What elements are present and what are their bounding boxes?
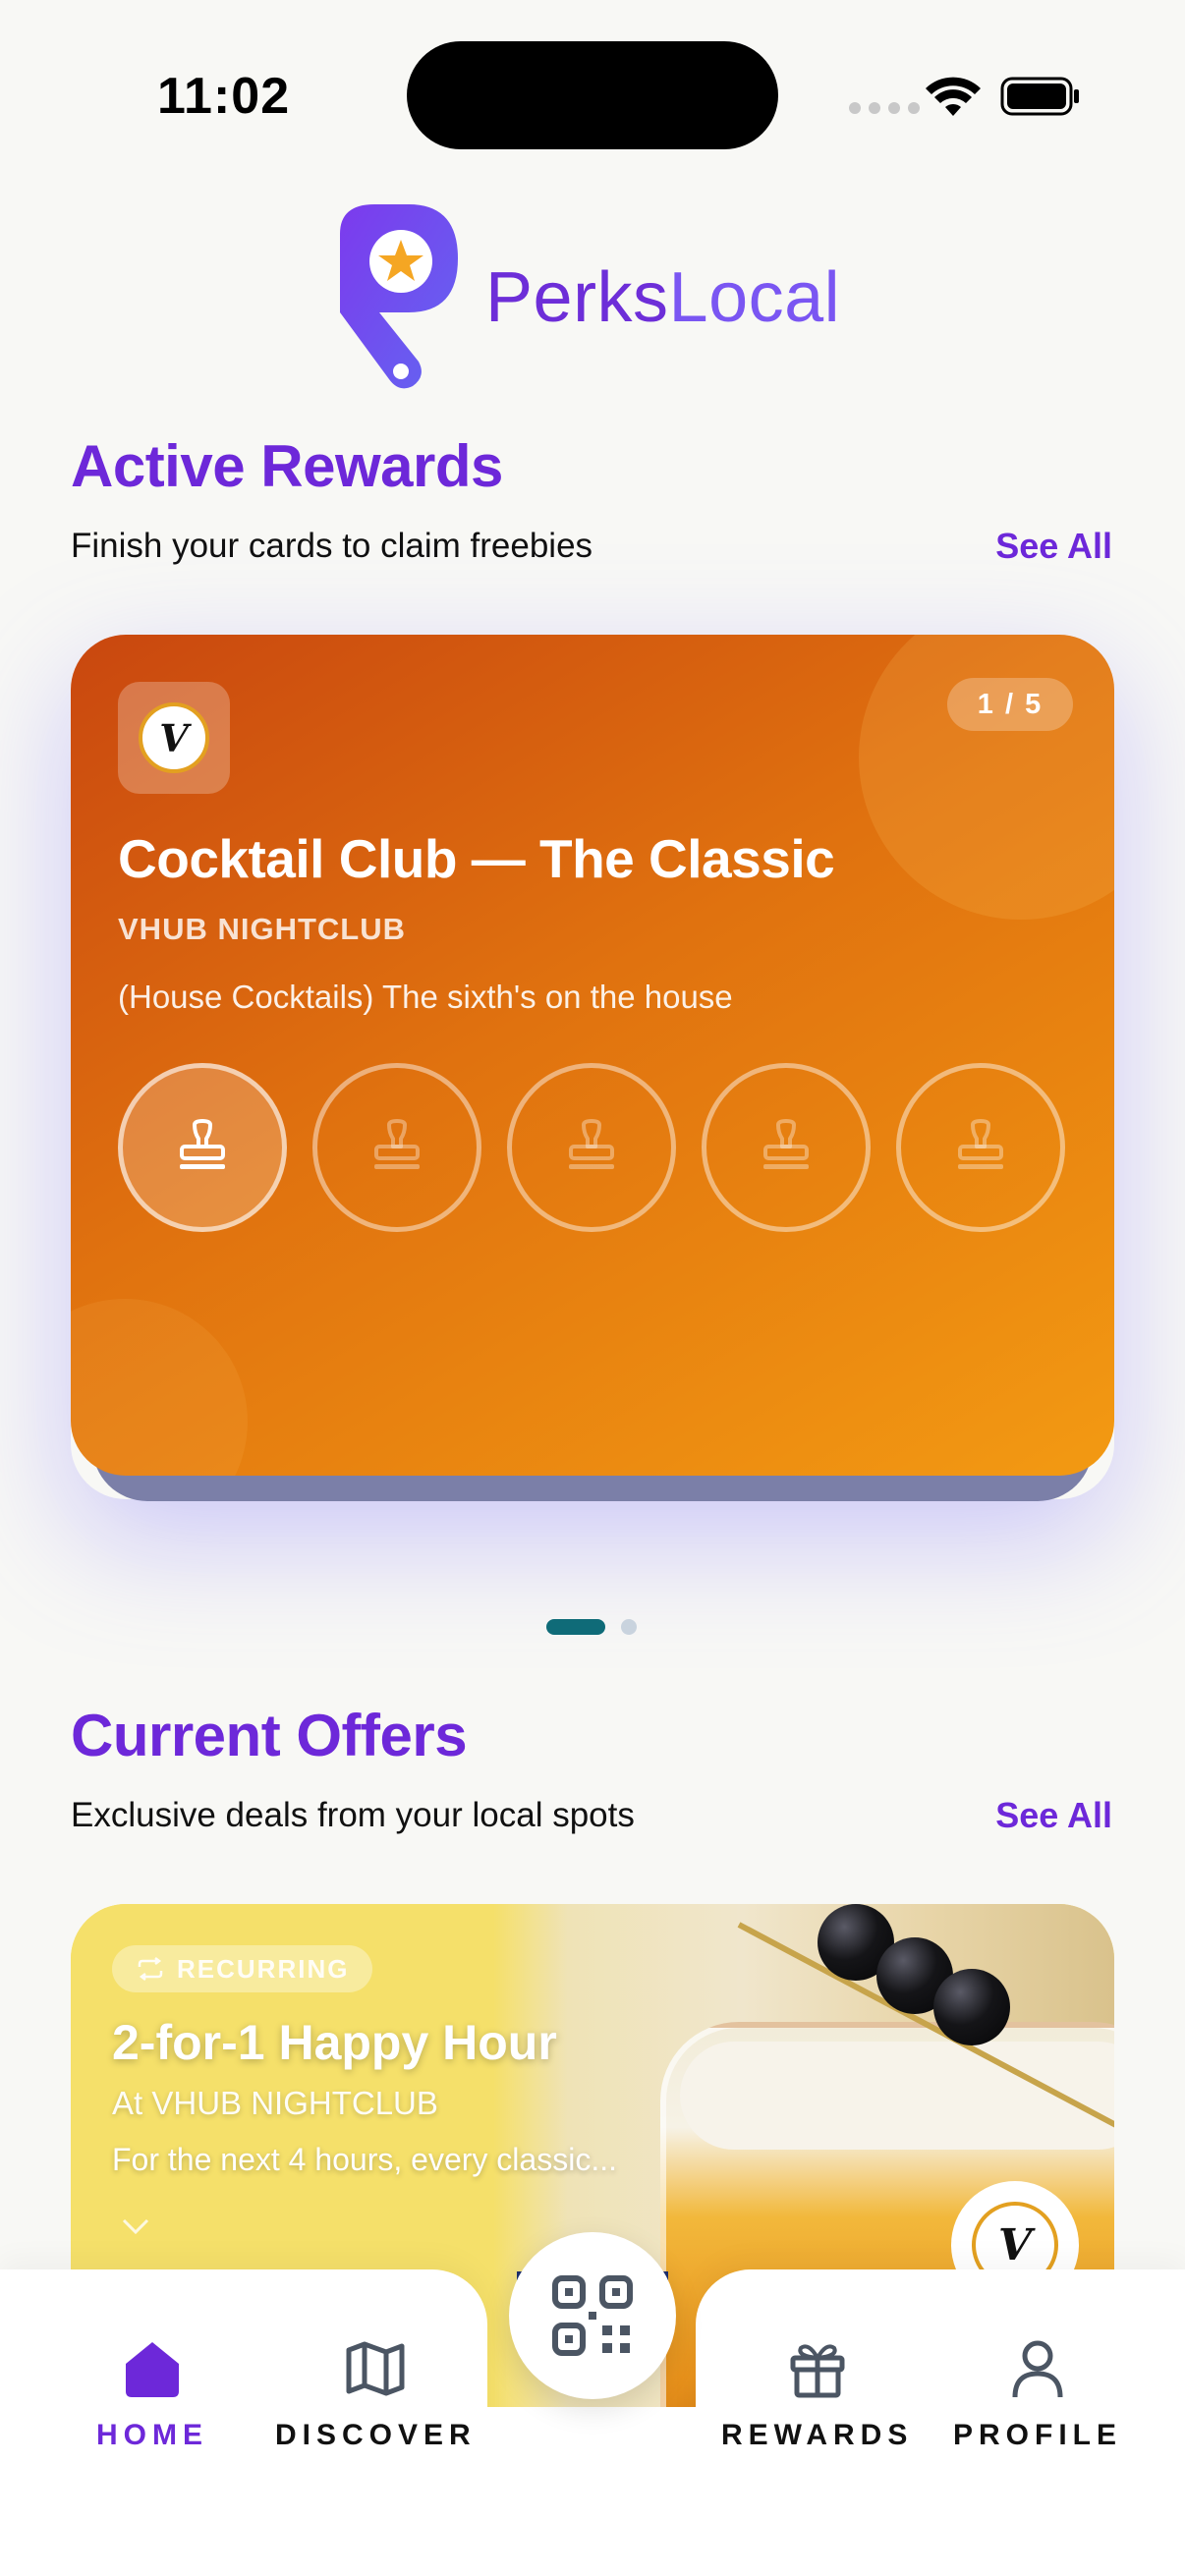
cocktail-foam	[680, 2042, 1114, 2150]
brand-name: PerksLocal	[485, 258, 841, 337]
stamp-slot-empty	[702, 1063, 871, 1232]
stamp-icon	[763, 1119, 809, 1169]
active-rewards-title: Active Rewards	[71, 433, 503, 499]
gift-icon	[790, 2344, 845, 2398]
scan-qr-button[interactable]	[499, 2232, 686, 2429]
recurring-badge: RECURRING	[112, 1945, 373, 1992]
wifi-icon	[926, 77, 981, 116]
merchant-logo-box: V	[118, 682, 230, 794]
card-decoration	[71, 1299, 248, 1476]
reward-card[interactable]: V 1 / 5 Cocktail Club — The Classic VHUB…	[71, 635, 1114, 1476]
nav-item-rewards[interactable]: REWARDS	[721, 2336, 913, 2452]
card-pager-badge: 1 / 5	[947, 678, 1073, 731]
chevron-down-icon[interactable]	[118, 2214, 153, 2238]
dynamic-island	[407, 41, 778, 149]
reward-card-merchant: VHUB NIGHTCLUB	[118, 912, 406, 946]
merchant-logo: V	[139, 702, 209, 773]
qr-code-icon	[552, 2275, 633, 2356]
stamp-slot-empty	[312, 1063, 481, 1232]
active-rewards-subtitle: Finish your cards to claim freebies	[71, 527, 593, 565]
reward-card-description: (House Cocktails) The sixth's on the hou…	[118, 979, 733, 1015]
carousel-dot-active[interactable]	[546, 1619, 605, 1635]
offer-title: 2-for-1 Happy Hour	[112, 2015, 557, 2070]
nav-item-profile[interactable]: PROFILE	[953, 2336, 1122, 2452]
active-rewards-see-all-link[interactable]: See All	[995, 526, 1112, 567]
map-icon	[346, 2341, 405, 2396]
nav-item-home[interactable]: HOME	[96, 2336, 208, 2452]
bottom-nav: HOME DISCOVER REWARDS PROFILE	[0, 2232, 1185, 2576]
cellular-signal-icon	[849, 102, 920, 114]
stamp-slot-filled	[118, 1063, 287, 1232]
stamp-icon	[569, 1119, 614, 1169]
battery-icon	[1000, 77, 1079, 116]
perkslocal-logo-icon	[340, 204, 458, 389]
status-bar: 11:02	[0, 0, 1185, 187]
stamp-icon	[180, 1119, 225, 1169]
offer-merchant: At VHUB NIGHTCLUB	[112, 2085, 438, 2121]
status-time: 11:02	[157, 68, 291, 125]
current-offers-see-all-link[interactable]: See All	[995, 1795, 1112, 1836]
app-logo: PerksLocal	[330, 204, 840, 391]
current-offers-title: Current Offers	[71, 1703, 468, 1768]
stamp-row	[118, 1063, 1065, 1232]
stamp-icon	[374, 1119, 420, 1169]
stamp-icon	[958, 1119, 1003, 1169]
offer-description: For the next 4 hours, every classic...	[112, 2142, 617, 2177]
stamp-slot-empty	[896, 1063, 1065, 1232]
user-icon	[1012, 2340, 1063, 2398]
stamp-slot-empty	[507, 1063, 676, 1232]
cherry-image	[933, 1969, 1010, 2045]
nav-item-discover[interactable]: DISCOVER	[275, 2336, 477, 2452]
current-offers-subtitle: Exclusive deals from your local spots	[71, 1796, 635, 1834]
carousel-indicator	[546, 1619, 637, 1635]
qr-button-circle	[509, 2232, 676, 2399]
repeat-icon	[138, 1957, 163, 1981]
carousel-dot[interactable]	[621, 1619, 637, 1635]
reward-card-title: Cocktail Club — The Classic	[118, 828, 835, 889]
home-icon	[126, 2342, 179, 2397]
